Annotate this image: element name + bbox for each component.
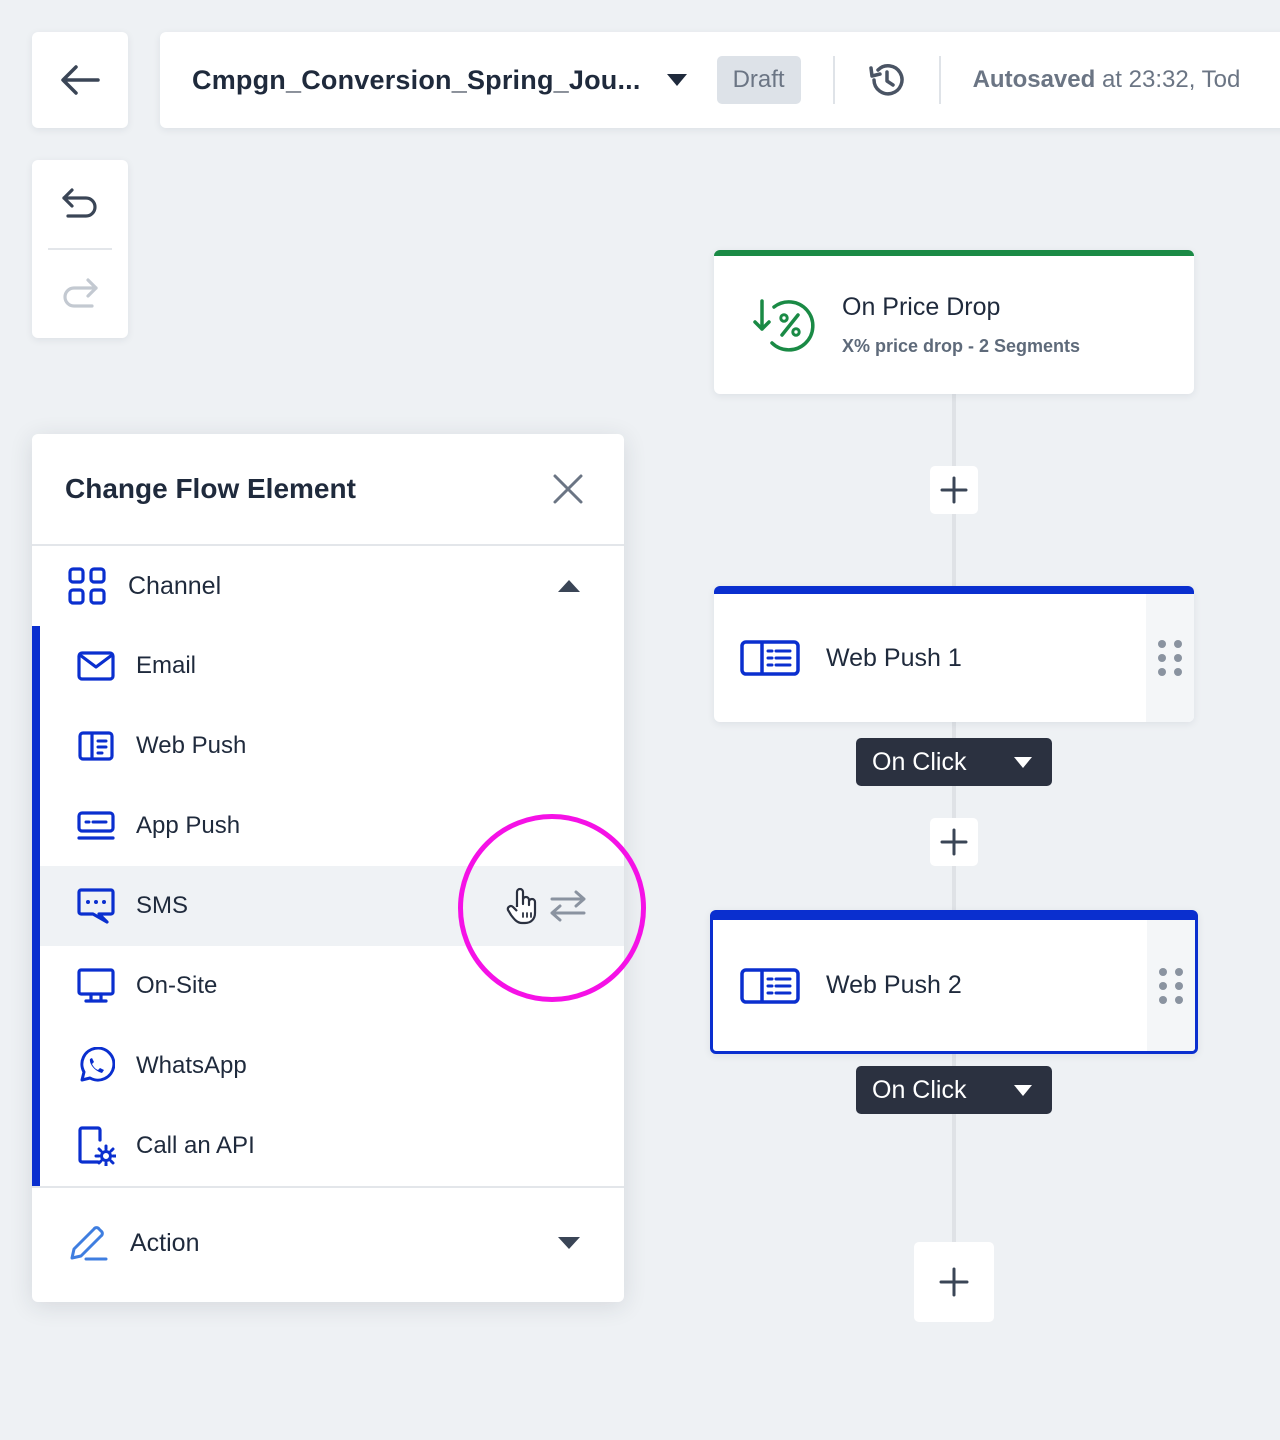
web-push-icon — [78, 731, 114, 761]
undo-button[interactable] — [32, 160, 128, 248]
history-button[interactable] — [867, 60, 907, 100]
channel-list: Email Web Push App Push SMS On-Site What… — [32, 626, 624, 1186]
condition-label: On Click — [872, 1075, 967, 1104]
channel-item-app-push[interactable]: App Push — [32, 786, 624, 866]
channel-label: App Push — [136, 812, 241, 839]
action-section-toggle[interactable]: Action — [32, 1186, 624, 1298]
whatsapp-icon — [80, 1047, 115, 1082]
autosave-time: at 23:32, Tod — [1095, 66, 1241, 93]
price-drop-icon — [753, 299, 815, 352]
section-label: Channel — [128, 571, 222, 600]
flow-node-web-push-2[interactable]: Web Push 2 — [710, 910, 1198, 1054]
node-label: Web Push 2 — [826, 971, 962, 999]
plus-icon — [939, 1267, 969, 1297]
drag-handle[interactable] — [1147, 920, 1195, 1051]
hand-cursor-icon — [506, 887, 537, 925]
channel-label: WhatsApp — [136, 1052, 247, 1079]
drag-handle[interactable] — [1146, 594, 1194, 722]
campaign-name[interactable]: Cmpgn_Conversion_Spring_Jou... — [192, 65, 641, 96]
channel-label: Email — [136, 652, 197, 679]
channel-item-sms[interactable]: SMS — [40, 866, 624, 946]
on-site-icon — [77, 968, 115, 1003]
plus-icon — [940, 828, 968, 856]
grid-icon — [68, 567, 106, 605]
caret-up-icon — [558, 580, 580, 592]
section-label: Action — [130, 1228, 200, 1257]
panel-title: Change Flow Element — [65, 473, 356, 504]
trigger-title: On Price Drop — [842, 293, 1001, 321]
api-icon-wrap — [76, 1126, 116, 1166]
caret-down-icon — [558, 1237, 580, 1249]
node-label: Web Push 1 — [826, 643, 962, 672]
app-push-icon-wrap — [76, 806, 116, 846]
channel-section-toggle[interactable]: Channel — [32, 546, 624, 626]
flow-node-web-push-1[interactable]: Web Push 1 — [714, 586, 1194, 722]
channel-label: Call an API — [136, 1132, 255, 1159]
condition-dropdown[interactable]: On Click — [856, 1066, 1052, 1114]
pencil-icon — [70, 1226, 108, 1261]
app-push-icon — [77, 811, 115, 840]
panel-header: Change Flow Element — [32, 434, 624, 546]
sms-icon — [77, 888, 115, 924]
swap-action[interactable] — [506, 887, 588, 925]
close-button[interactable] — [552, 473, 584, 505]
change-flow-element-panel: Change Flow Element Channel Email Web Pu… — [32, 434, 624, 1302]
on-site-icon-wrap — [76, 966, 116, 1006]
status-badge: Draft — [716, 56, 801, 104]
whatsapp-icon-wrap — [76, 1046, 116, 1086]
email-icon — [77, 651, 115, 681]
drag-dots-icon — [1159, 967, 1183, 1004]
plus-icon — [940, 476, 968, 504]
email-icon-wrap — [76, 646, 116, 686]
caret-down-icon — [666, 74, 687, 86]
caret-down-icon — [1014, 1084, 1032, 1096]
header-divider — [938, 56, 941, 104]
caret-down-icon — [1014, 756, 1032, 768]
autosave-label: Autosaved — [972, 66, 1096, 93]
trigger-subtitle: X% price drop - 2 Segments — [842, 336, 1081, 356]
api-icon — [78, 1126, 116, 1166]
history-icon — [868, 64, 904, 96]
autosave-status: Autosaved at 23:32, Tod — [973, 66, 1241, 94]
channel-item-whatsapp[interactable]: WhatsApp — [32, 1026, 624, 1106]
channel-item-call-api[interactable]: Call an API — [32, 1106, 624, 1186]
web-push-icon-wrap — [76, 726, 116, 766]
arrow-left-icon — [61, 65, 100, 95]
add-step-button[interactable] — [930, 466, 978, 514]
header-divider — [832, 56, 835, 104]
condition-label: On Click — [872, 747, 967, 776]
redo-button[interactable] — [32, 250, 128, 338]
undo-icon — [62, 188, 97, 218]
channel-label: On-Site — [136, 972, 218, 999]
undo-redo-group — [32, 160, 128, 338]
channel-item-web-push[interactable]: Web Push — [32, 706, 624, 786]
close-icon — [553, 474, 583, 504]
channel-item-email[interactable]: Email — [32, 626, 624, 706]
web-push-icon — [740, 640, 800, 676]
sms-icon-wrap — [76, 886, 116, 926]
header-bar: Cmpgn_Conversion_Spring_Jou... Draft Aut… — [160, 32, 1280, 128]
add-step-button[interactable] — [930, 818, 978, 866]
swap-icon — [550, 890, 586, 922]
channel-item-on-site[interactable]: On-Site — [32, 946, 624, 1026]
back-button[interactable] — [32, 32, 128, 128]
channel-label: SMS — [136, 892, 189, 919]
web-push-icon — [740, 967, 800, 1004]
condition-dropdown[interactable]: On Click — [856, 738, 1052, 786]
campaign-dropdown-button[interactable] — [666, 74, 687, 86]
redo-icon — [63, 278, 98, 308]
trigger-node[interactable]: On Price Drop X% price drop - 2 Segments — [714, 250, 1194, 394]
drag-dots-icon — [1158, 640, 1182, 676]
channel-label: Web Push — [136, 732, 247, 759]
add-step-button[interactable] — [914, 1242, 994, 1322]
